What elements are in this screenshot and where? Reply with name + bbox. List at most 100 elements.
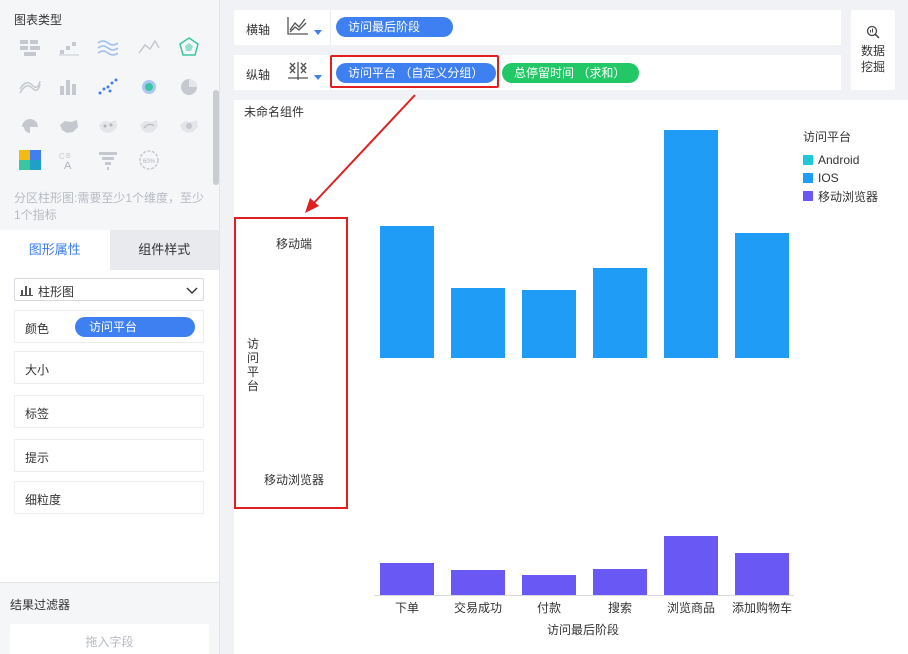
x-axis-label: 横轴 xyxy=(246,23,271,37)
data-mining-line1: 数据 xyxy=(860,44,885,58)
flow-map-icon[interactable] xyxy=(137,116,161,138)
legend-item-android[interactable]: Android xyxy=(803,151,878,169)
data-mining-line2: 挖掘 xyxy=(860,60,885,74)
bar-mobile-browser-0[interactable] xyxy=(380,563,434,595)
bar-mobile-5[interactable] xyxy=(735,233,789,358)
x-axis-title: 访问最后阶段 xyxy=(547,622,619,637)
step-bar-icon[interactable] xyxy=(57,36,81,58)
data-mining-button[interactable]: 数据 挖掘 xyxy=(851,10,895,90)
area-line-icon[interactable] xyxy=(137,36,161,58)
tab-graph-properties[interactable]: 图形属性 xyxy=(0,230,110,270)
tooltip-property-row[interactable]: 提示 xyxy=(14,439,204,472)
x-axis-shelf: 横轴 访问最后阶段 xyxy=(234,10,841,45)
gauge-icon[interactable]: 60% xyxy=(137,149,161,171)
color-property-row[interactable]: 颜色 访问平台 xyxy=(14,310,204,343)
app-window: 图表类型 CBA 60% 分区柱形图:需要至少1个维度，至少1个指标 图形属性 … xyxy=(0,0,908,654)
property-area: 柱形图 颜色 访问平台 大小 标签 提示 细粒度 xyxy=(0,270,219,582)
chevron-down-icon xyxy=(186,287,198,294)
y-axis-field-pill-platform[interactable]: 访问平台 （自定义分组） xyxy=(336,63,496,83)
line-axis-icon[interactable] xyxy=(286,15,310,37)
multi-area-icon[interactable] xyxy=(18,76,42,98)
svg-text:60%: 60% xyxy=(143,159,156,165)
color-label: 颜色 xyxy=(25,322,50,336)
rose-icon[interactable] xyxy=(18,116,42,138)
bar-mobile-4[interactable] xyxy=(664,130,718,358)
x-axis-divider xyxy=(330,10,331,45)
granularity-label: 细粒度 xyxy=(25,493,62,507)
chart-type-select[interactable]: 柱形图 xyxy=(14,278,204,301)
x-tick-label: 搜索 xyxy=(608,600,632,615)
radar-icon[interactable] xyxy=(177,36,201,58)
legend-label: Android xyxy=(818,153,860,167)
caret-down-icon[interactable] xyxy=(313,74,323,81)
bar-mobile-browser-3[interactable] xyxy=(593,569,647,595)
caret-down-icon[interactable] xyxy=(313,29,323,36)
color-field-pill[interactable]: 访问平台 xyxy=(75,317,195,337)
facet-highlight-box: 移动端 移动浏览器 访问平台 xyxy=(234,217,348,509)
x-tick-label: 下单 xyxy=(395,601,419,615)
label-label: 标签 xyxy=(25,407,50,421)
bar-mobile-2[interactable] xyxy=(522,290,576,358)
facet-axis-title: 访问平台 xyxy=(247,337,260,393)
label-property-row[interactable]: 标签 xyxy=(14,395,204,428)
bar-mobile-browser-4[interactable] xyxy=(664,536,718,595)
tab-component-style[interactable]: 组件样式 xyxy=(109,230,219,270)
y-axis-field-pill-duration[interactable]: 总停留时间 （求和） xyxy=(502,63,639,83)
legend-item-ios[interactable]: IOS xyxy=(803,169,878,187)
chart-canvas: 未命名组件 下单 交易成功 付款 搜索 浏览商品 添加购物车 访问最后阶段 移动端 移动浏览… xyxy=(234,100,908,654)
legend-label: 移动浏览器 xyxy=(818,189,879,204)
granularity-property-row[interactable]: 细粒度 xyxy=(14,481,204,514)
y-axis-shelf: 纵轴 访问平台 （自定义分组） 总停留时间 （求和） xyxy=(234,55,841,90)
funnel-icon[interactable] xyxy=(96,149,120,171)
chart-type-hint: 分区柱形图:需要至少1个维度，至少1个指标 xyxy=(14,191,205,222)
heat-map-icon[interactable] xyxy=(177,116,201,138)
chart-type-select-value: 柱形图 xyxy=(38,285,75,299)
x-tick-label: 浏览商品 xyxy=(667,600,715,615)
bar-mobile-1[interactable] xyxy=(451,288,505,358)
svg-text:A: A xyxy=(64,160,72,171)
x-tick-label: 添加购物车 xyxy=(732,600,792,615)
point-map-icon[interactable] xyxy=(96,116,120,138)
bar-mobile-0[interactable] xyxy=(380,226,434,358)
svg-text:B: B xyxy=(66,153,71,160)
y-axis-label: 纵轴 xyxy=(246,68,271,82)
legend-title: 访问平台 xyxy=(803,130,852,144)
left-panel: 图表类型 CBA 60% 分区柱形图:需要至少1个维度，至少1个指标 图形属性 … xyxy=(0,0,220,654)
split-axis-icon[interactable] xyxy=(286,60,310,82)
result-filter-area: 结果过滤器 拖入字段 xyxy=(0,582,219,654)
facet-label-mobile: 移动端 xyxy=(276,237,313,251)
scatter-icon[interactable] xyxy=(96,76,120,98)
x-tick-label: 交易成功 xyxy=(454,600,502,615)
word-cloud-icon[interactable]: C BA xyxy=(57,149,81,171)
data-mining-label: 数据 挖掘 xyxy=(851,43,895,75)
magnifier-icon xyxy=(866,25,880,39)
size-label: 大小 xyxy=(25,363,50,377)
bubble-icon[interactable] xyxy=(137,76,161,98)
legend-swatch xyxy=(803,155,813,165)
size-property-row[interactable]: 大小 xyxy=(14,351,204,384)
bar-chart-icon xyxy=(20,286,33,296)
result-filter-title: 结果过滤器 xyxy=(10,598,71,612)
pie-icon[interactable] xyxy=(177,76,201,98)
multi-line-icon[interactable] xyxy=(96,36,120,58)
bar-chart-icon[interactable] xyxy=(57,76,81,98)
treemap-icon[interactable] xyxy=(18,149,42,171)
chart-type-scrollbar[interactable] xyxy=(213,90,219,185)
area-map-icon[interactable] xyxy=(57,116,81,138)
property-tabs: 图形属性 组件样式 xyxy=(0,230,219,270)
legend-item-mobile-browser[interactable]: 移动浏览器 xyxy=(803,187,878,205)
facet-label-mobile-browser: 移动浏览器 xyxy=(264,473,325,487)
bar-mobile-3[interactable] xyxy=(593,268,647,358)
bar-mobile-browser-5[interactable] xyxy=(735,553,789,595)
x-tick-label: 付款 xyxy=(537,601,561,615)
bar-mobile-browser-1[interactable] xyxy=(451,570,505,595)
legend-swatch xyxy=(803,191,813,201)
table-chart-icon[interactable] xyxy=(18,36,42,58)
chart-type-title: 图表类型 xyxy=(14,13,63,27)
x-axis-field-pill[interactable]: 访问最后阶段 xyxy=(336,17,453,37)
bar-mobile-browser-2[interactable] xyxy=(522,575,576,595)
filter-drop-zone[interactable]: 拖入字段 xyxy=(10,624,209,654)
tooltip-label: 提示 xyxy=(25,451,50,465)
chart-legend: 访问平台 Android IOS 移动浏览器 xyxy=(803,128,878,205)
legend-swatch xyxy=(803,173,813,183)
